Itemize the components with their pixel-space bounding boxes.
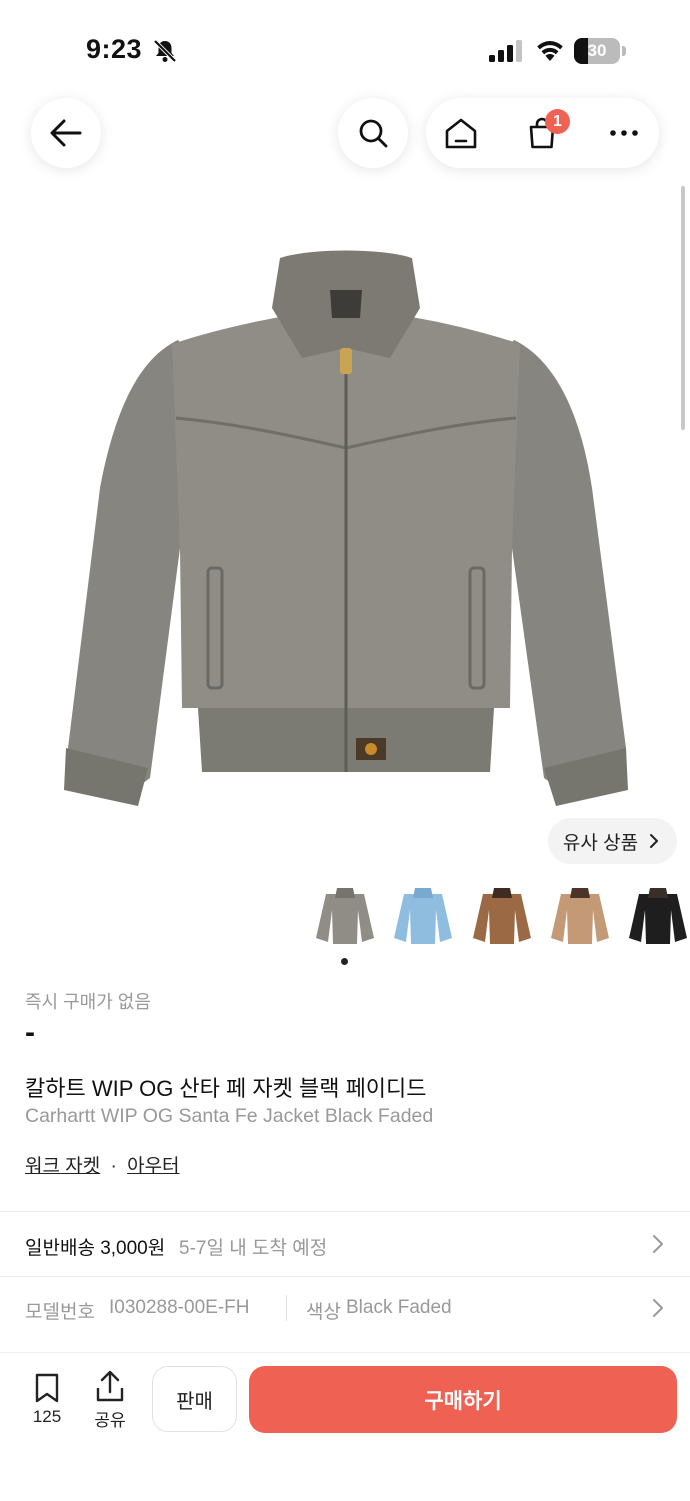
delivery-label: 일반배송 3,000원 bbox=[25, 1238, 166, 1259]
product-info-row[interactable]: 모델번호 I030288-00E-FH 색상 Black Faded bbox=[0, 1277, 690, 1339]
thumbnail-light-blue[interactable] bbox=[390, 880, 456, 952]
search-button[interactable] bbox=[338, 98, 408, 168]
color-value: Black Faded bbox=[346, 1297, 452, 1318]
bookmark-button[interactable]: 125 bbox=[22, 1372, 72, 1432]
more-options-button[interactable] bbox=[603, 112, 645, 154]
battery-indicator: 30 bbox=[574, 38, 628, 64]
wifi-icon bbox=[537, 41, 563, 61]
price-value: - bbox=[25, 1016, 35, 1049]
bookmark-icon bbox=[35, 1373, 59, 1403]
category-links: 워크 자켓 · 아우터 bbox=[25, 1151, 180, 1178]
buy-button[interactable]: 구매하기 bbox=[249, 1366, 677, 1433]
thumbnail-selected-dot bbox=[341, 958, 348, 965]
share-icon bbox=[96, 1370, 124, 1402]
cart-count-badge: 1 bbox=[545, 109, 570, 134]
thumbnail-brown[interactable] bbox=[469, 880, 535, 952]
status-time: 9:23 bbox=[86, 34, 143, 64]
cellular-signal-icon bbox=[489, 40, 522, 62]
chevron-right-icon bbox=[653, 1235, 663, 1253]
thumbnail-gray[interactable] bbox=[312, 880, 378, 952]
silent-bell-icon bbox=[153, 39, 177, 63]
back-button[interactable] bbox=[31, 98, 101, 168]
thumbnail-black[interactable] bbox=[625, 880, 690, 952]
model-value: I030288-00E-FH bbox=[109, 1297, 250, 1318]
product-title-en: Carhartt WIP OG Santa Fe Jacket Black Fa… bbox=[25, 1105, 434, 1127]
category-link-work-jacket[interactable]: 워크 자켓 bbox=[25, 1156, 100, 1177]
chevron-right-icon bbox=[653, 1299, 663, 1317]
category-separator: · bbox=[110, 1156, 117, 1177]
share-button[interactable]: 공유 bbox=[87, 1370, 133, 1432]
chevron-right-icon bbox=[650, 834, 659, 848]
product-title-ko: 칼하트 WIP OG 산타 페 자켓 블랙 페이디드 bbox=[25, 1076, 427, 1101]
delivery-eta: 5-7일 내 도착 예정 bbox=[179, 1238, 328, 1259]
delivery-row[interactable]: 일반배송 3,000원 5-7일 내 도착 예정 bbox=[0, 1212, 690, 1276]
home-icon bbox=[445, 118, 477, 149]
search-icon bbox=[359, 119, 388, 148]
category-link-outer[interactable]: 아우터 bbox=[127, 1156, 179, 1177]
more-dots-icon bbox=[610, 130, 638, 136]
sell-button[interactable]: 판매 bbox=[152, 1366, 237, 1432]
similar-products-label: 유사 상품 bbox=[562, 832, 639, 854]
product-image[interactable] bbox=[60, 248, 632, 810]
battery-percent: 30 bbox=[587, 41, 607, 60]
thumbnail-tan[interactable] bbox=[547, 880, 613, 952]
share-label: 공유 bbox=[94, 1411, 126, 1430]
page-scrollbar[interactable] bbox=[681, 186, 685, 430]
bookmark-count: 125 bbox=[32, 1407, 62, 1426]
arrow-left-icon bbox=[50, 119, 82, 147]
similar-products-button[interactable]: 유사 상품 bbox=[548, 818, 677, 864]
model-label: 모델번호 bbox=[25, 1302, 95, 1323]
home-button[interactable] bbox=[440, 112, 482, 154]
info-separator bbox=[286, 1295, 287, 1321]
price-label: 즉시 구매가 없음 bbox=[25, 992, 151, 1012]
color-label: 색상 bbox=[306, 1302, 341, 1323]
